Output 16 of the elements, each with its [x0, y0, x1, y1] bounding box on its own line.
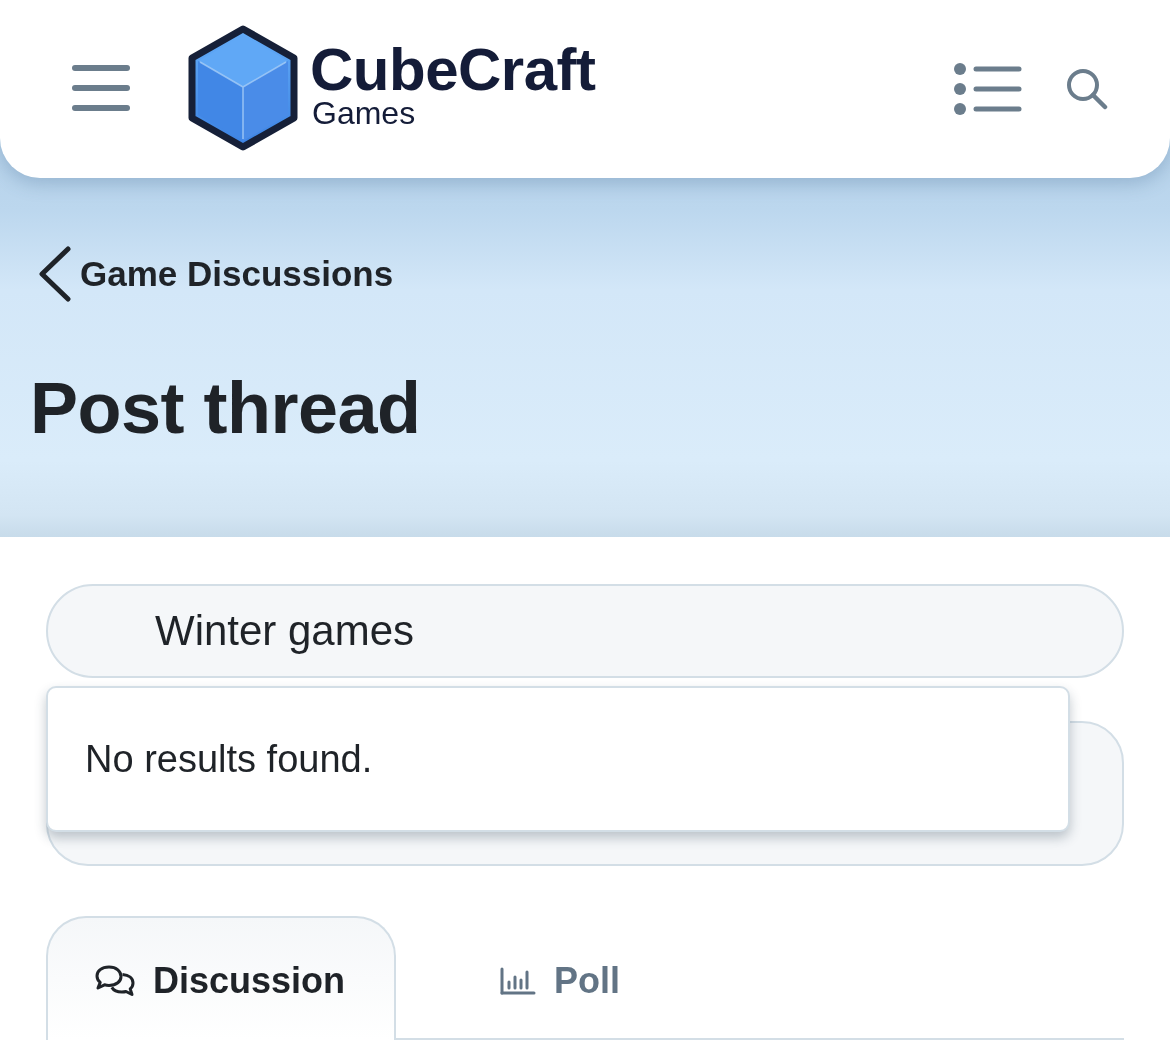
- menu-icon: [72, 65, 130, 111]
- back-link[interactable]: Game Discussions: [38, 246, 394, 302]
- tab[interactable]: Poll: [451, 916, 669, 1040]
- cube-logo-icon[interactable]: [188, 25, 298, 151]
- menu-button[interactable]: [72, 65, 130, 111]
- tab[interactable]: Discussion: [46, 916, 396, 1040]
- chevron-left-icon: [38, 246, 72, 302]
- no-results-text: No results found.: [85, 737, 373, 781]
- list-button[interactable]: [954, 63, 1022, 115]
- search-icon: [1066, 68, 1108, 110]
- bar-chart-icon: [500, 967, 536, 995]
- page-title: Post thread: [30, 367, 421, 450]
- list-icon: [954, 63, 1022, 115]
- speech-bubbles-icon: [95, 965, 135, 997]
- search-button[interactable]: [1066, 68, 1108, 110]
- input-field[interactable]: Winter games: [46, 584, 1124, 678]
